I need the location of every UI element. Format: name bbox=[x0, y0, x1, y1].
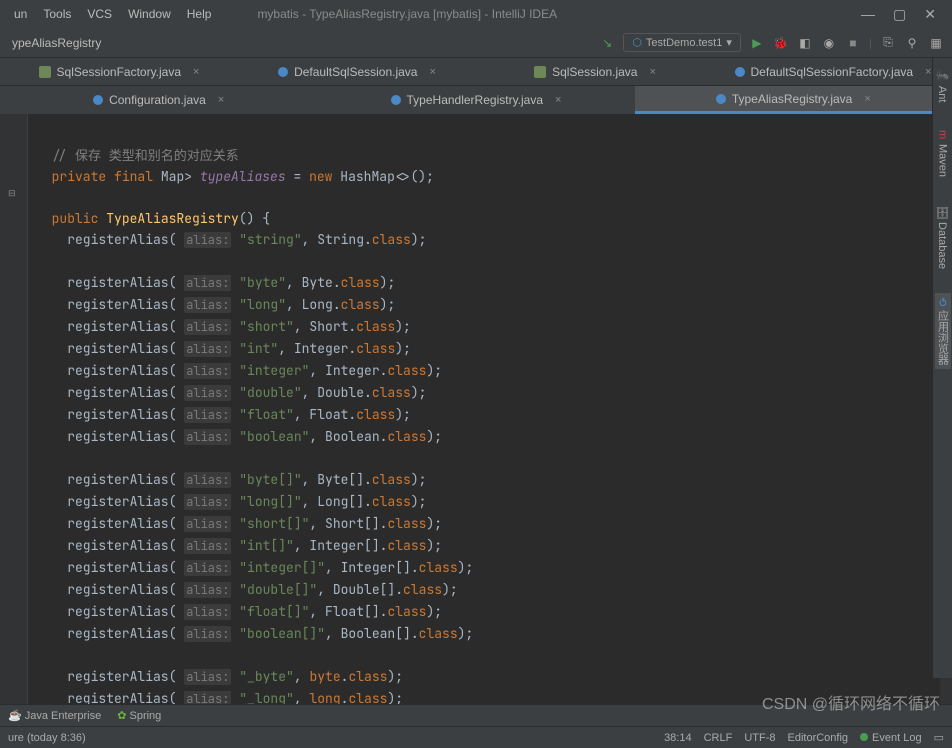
class-icon bbox=[716, 94, 726, 104]
toolwindow-maven[interactable]: m Maven bbox=[937, 126, 949, 180]
gutter[interactable]: ⊟ bbox=[0, 114, 28, 704]
code-area[interactable]: // 保存 类型和别名的对应关系 private final Map> type… bbox=[28, 114, 940, 704]
maximize-button[interactable]: ▢ bbox=[893, 6, 906, 23]
class-icon bbox=[735, 67, 745, 77]
editorconfig[interactable]: EditorConfig bbox=[788, 732, 849, 744]
memory-indicator[interactable]: ▭ bbox=[934, 731, 944, 744]
editor-tab[interactable]: TypeHandlerRegistry.java × bbox=[317, 86, 634, 114]
tab-label: DefaultSqlSessionFactory.java bbox=[751, 65, 914, 79]
editor-tab[interactable]: DefaultSqlSession.java × bbox=[238, 58, 476, 85]
toolwindow-ant[interactable]: 🐜 Ant bbox=[936, 66, 949, 106]
toolbar: ↘ ⬡TestDemo.test1▾ ▶ 🐞 ◧ ◉ ■ | ⎘ ⚲ ▦ bbox=[599, 33, 944, 52]
git-button[interactable]: ⎘ bbox=[880, 35, 896, 51]
tool-spring[interactable]: ✿ Spring bbox=[117, 709, 161, 722]
toolwindow-应用浏览器[interactable]: ⟲ 应用浏览器 bbox=[935, 293, 951, 369]
tab-close-button[interactable]: × bbox=[193, 66, 199, 78]
encoding[interactable]: UTF-8 bbox=[744, 732, 775, 744]
build-icon[interactable]: ↘ bbox=[599, 35, 615, 51]
fold-handle[interactable]: ⊟ bbox=[8, 188, 16, 199]
close-button[interactable]: ✕ bbox=[924, 6, 936, 23]
menu-tools[interactable]: Tools bbox=[37, 5, 77, 23]
editor-tabs-row1: SqlSessionFactory.java×DefaultSqlSession… bbox=[0, 58, 952, 86]
editor-tab[interactable]: TypeAliasRegistry.java × bbox=[635, 86, 952, 114]
stop-button[interactable]: ■ bbox=[845, 35, 861, 51]
breadcrumb[interactable]: ypeAliasRegistry bbox=[8, 36, 101, 50]
editor-tab[interactable]: SqlSession.java × bbox=[476, 58, 714, 85]
interface-icon bbox=[534, 66, 546, 78]
menu-help[interactable]: Help bbox=[181, 5, 218, 23]
debug-button[interactable]: 🐞 bbox=[773, 35, 789, 51]
bottom-toolwindow-bar: ☕ Java Enterprise ✿ Spring bbox=[0, 704, 952, 726]
tab-close-button[interactable]: × bbox=[864, 93, 870, 105]
settings-button[interactable]: ▦ bbox=[928, 35, 944, 51]
tab-close-button[interactable]: × bbox=[555, 94, 561, 106]
window-title: mybatis - TypeAliasRegistry.java [mybati… bbox=[217, 7, 861, 21]
toolwindow-database[interactable]: 🗄 Database bbox=[936, 201, 949, 273]
menu-window[interactable]: Window bbox=[122, 5, 177, 23]
editor: ⊟ // 保存 类型和别名的对应关系 private final Map> ty… bbox=[0, 114, 952, 704]
menu-vcs[interactable]: VCS bbox=[81, 5, 118, 23]
tab-label: TypeAliasRegistry.java bbox=[732, 92, 853, 106]
line-separator[interactable]: CRLF bbox=[704, 732, 733, 744]
search-button[interactable]: ⚲ bbox=[904, 35, 920, 51]
tab-close-button[interactable]: × bbox=[429, 66, 435, 78]
titlebar: un Tools VCS Window Help mybatis - TypeA… bbox=[0, 0, 952, 28]
run-button[interactable]: ▶ bbox=[749, 35, 765, 51]
right-toolwindow-bar: 🐜 Ant m Maven 🗄 Database ⟲ 应用浏览器 bbox=[932, 58, 952, 678]
editor-tab[interactable]: SqlSessionFactory.java × bbox=[0, 58, 238, 85]
status-message: ure (today 8:36) bbox=[8, 732, 86, 744]
profile-button[interactable]: ◉ bbox=[821, 35, 837, 51]
tab-label: SqlSessionFactory.java bbox=[57, 65, 182, 79]
navigation-bar: ypeAliasRegistry ↘ ⬡TestDemo.test1▾ ▶ 🐞 … bbox=[0, 28, 952, 58]
menu-run[interactable]: un bbox=[8, 5, 33, 23]
tab-close-button[interactable]: × bbox=[649, 66, 655, 78]
run-configuration[interactable]: ⬡TestDemo.test1▾ bbox=[623, 33, 741, 52]
tool-java-enterprise[interactable]: ☕ Java Enterprise bbox=[8, 709, 101, 722]
class-icon bbox=[93, 95, 103, 105]
caret-position[interactable]: 38:14 bbox=[664, 732, 692, 744]
class-icon bbox=[391, 95, 401, 105]
status-bar: ure (today 8:36) 38:14 CRLF UTF-8 Editor… bbox=[0, 726, 952, 748]
tab-label: TypeHandlerRegistry.java bbox=[407, 93, 544, 107]
coverage-button[interactable]: ◧ bbox=[797, 35, 813, 51]
minimize-button[interactable]: — bbox=[861, 6, 875, 22]
editor-tabs-row2: Configuration.java×TypeHandlerRegistry.j… bbox=[0, 86, 952, 114]
editor-tab[interactable]: DefaultSqlSessionFactory.java × bbox=[714, 58, 952, 85]
tab-close-button[interactable]: × bbox=[925, 66, 931, 78]
interface-icon bbox=[39, 66, 51, 78]
editor-tab[interactable]: Configuration.java × bbox=[0, 86, 317, 114]
class-icon bbox=[278, 67, 288, 77]
tab-label: Configuration.java bbox=[109, 93, 206, 107]
tab-close-button[interactable]: × bbox=[218, 94, 224, 106]
tab-label: DefaultSqlSession.java bbox=[294, 65, 417, 79]
window-controls: — ▢ ✕ bbox=[861, 6, 944, 23]
tab-label: SqlSession.java bbox=[552, 65, 637, 79]
event-log[interactable]: Event Log bbox=[860, 732, 922, 744]
main-menu: un Tools VCS Window Help bbox=[8, 5, 217, 23]
